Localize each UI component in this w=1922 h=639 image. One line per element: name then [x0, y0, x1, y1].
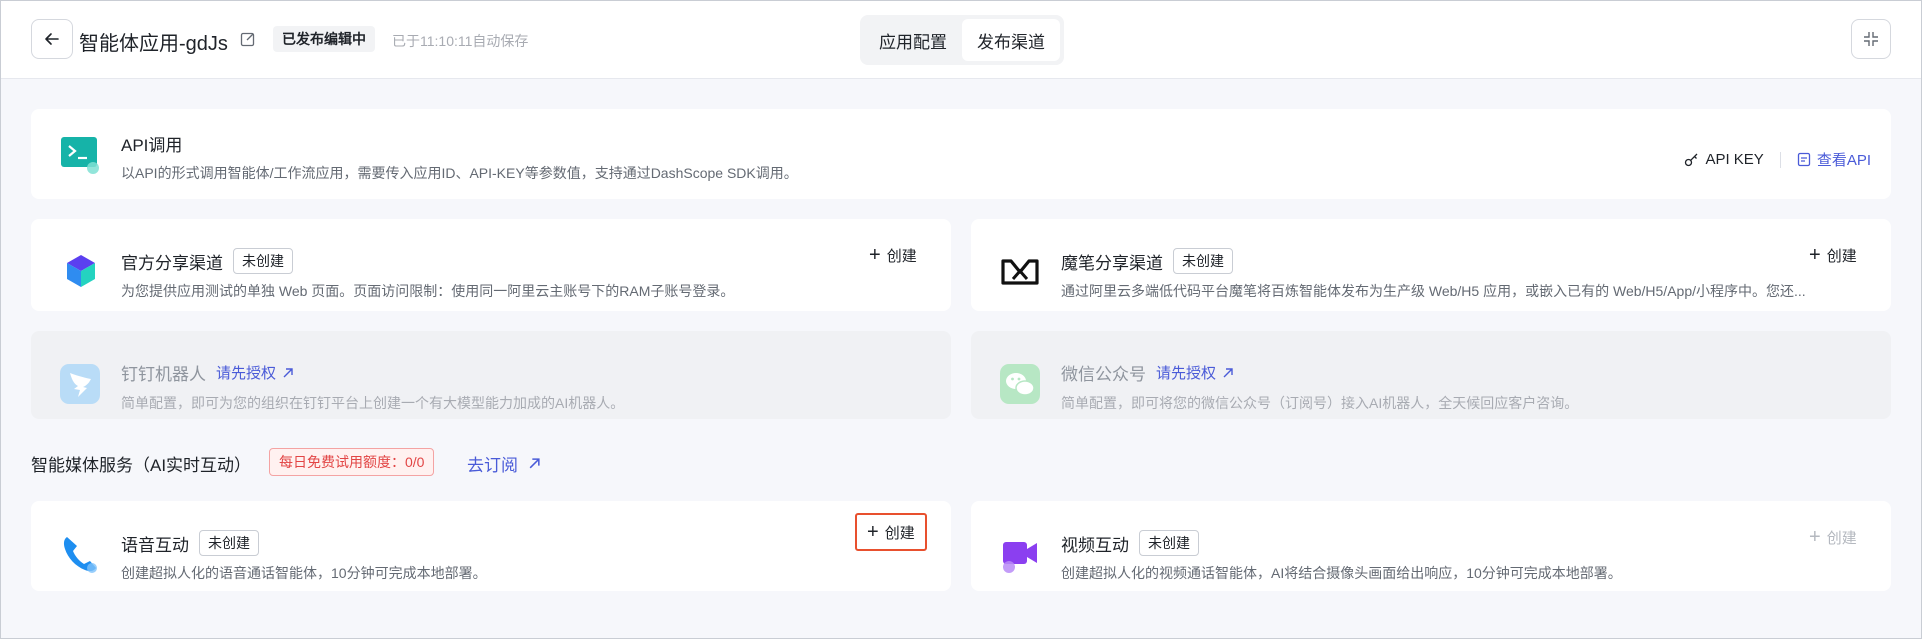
document-icon	[1797, 152, 1810, 167]
channel-title: 官方分享渠道 未创建	[121, 248, 293, 274]
key-icon	[1685, 153, 1698, 167]
tab-app-config[interactable]: 应用配置	[864, 19, 962, 61]
channel-card-official: 官方分享渠道 未创建 为您提供应用测试的单独 Web 页面。页面访问限制：使用同…	[31, 219, 951, 311]
media-section-title: 智能媒体服务（AI实时互动）	[31, 456, 252, 475]
create-official-channel-button[interactable]: + 创建	[859, 237, 927, 273]
status-tag: 未创建	[199, 530, 259, 556]
channel-title: 钉钉机器人 请先授权	[121, 360, 294, 385]
create-voice-button[interactable]: + 创建	[855, 513, 927, 551]
plus-icon: +	[1809, 526, 1821, 548]
tab-publish-channels[interactable]: 发布渠道	[962, 19, 1060, 61]
app-title: 智能体应用-gdJs	[79, 33, 228, 55]
top-header: 智能体应用-gdJs 已发布编辑中 已于11:10:11自动保存 应用配置 发布…	[1, 1, 1921, 79]
channel-desc: 简单配置，即可将您的微信公众号（订阅号）接入AI机器人，全天候回应客户咨询。	[1061, 395, 1579, 411]
dingtalk-icon	[60, 364, 100, 404]
plus-icon: +	[869, 244, 881, 266]
channel-title: 魔笔分享渠道 未创建	[1061, 248, 1233, 274]
media-card-video: 视频互动 未创建 创建超拟人化的视频通话智能体，AI将结合摄像头画面给出响应，1…	[971, 501, 1891, 591]
media-title: 语音互动 未创建	[121, 530, 259, 556]
mobi-logo-icon	[1001, 259, 1039, 285]
edit-icon[interactable]	[239, 30, 257, 48]
collapse-button[interactable]	[1851, 19, 1891, 59]
create-video-button[interactable]: + 创建	[1799, 519, 1867, 555]
terminal-icon	[61, 137, 99, 174]
quota-badge: 每日免费试用额度：0/0	[269, 448, 435, 476]
collapse-icon	[1864, 32, 1878, 46]
status-tag: 未创建	[1139, 530, 1199, 556]
channel-card-mobi: 魔笔分享渠道 未创建 通过阿里云多端低代码平台魔笔将百炼智能体发布为生产级 We…	[971, 219, 1891, 311]
arrow-up-right-icon	[529, 458, 540, 469]
media-desc: 创建超拟人化的视频通话智能体，AI将结合摄像头画面给出响应，10分钟可完成本地部…	[1061, 565, 1622, 581]
api-card-title: API调用	[121, 136, 183, 155]
media-desc: 创建超拟人化的语音通话智能体，10分钟可完成本地部署。	[121, 565, 487, 581]
status-tag: 未创建	[1173, 248, 1233, 274]
back-button[interactable]	[31, 19, 73, 59]
media-card-voice: 语音互动 未创建 创建超拟人化的语音通话智能体，10分钟可完成本地部署。 + 创…	[31, 501, 951, 591]
status-badge: 已发布编辑中	[273, 26, 375, 52]
arrow-left-icon	[45, 33, 59, 45]
channel-title: 微信公众号 请先授权	[1061, 360, 1234, 385]
channel-desc: 通过阿里云多端低代码平台魔笔将百炼智能体发布为生产级 Web/H5 应用，或嵌入…	[1061, 283, 1806, 299]
channel-desc: 简单配置，即可为您的组织在钉钉平台上创建一个有大模型能力加成的AI机器人。	[121, 395, 625, 411]
channel-card-dingtalk: 钉钉机器人 请先授权 简单配置，即可为您的组织在钉钉平台上创建一个有大模型能力加…	[31, 331, 951, 419]
api-actions: API KEY 查看API	[1684, 149, 1871, 170]
status-tag: 未创建	[233, 248, 293, 274]
arrow-up-right-icon	[283, 367, 293, 377]
create-mobi-channel-button[interactable]: + 创建	[1799, 237, 1867, 273]
wechat-icon	[1000, 364, 1040, 404]
authorize-wechat-link[interactable]: 请先授权	[1156, 362, 1234, 383]
phone-icon	[63, 537, 97, 573]
plus-icon: +	[867, 521, 879, 543]
divider	[1779, 151, 1781, 168]
authorize-dingtalk-link[interactable]: 请先授权	[216, 362, 294, 383]
autosave-text: 已于11:10:11自动保存	[392, 33, 529, 49]
official-channel-icon	[67, 255, 95, 287]
video-camera-icon	[1003, 542, 1037, 573]
plus-icon: +	[1809, 244, 1821, 266]
api-card: API调用 以API的形式调用智能体/工作流应用，需要传入应用ID、API-KE…	[31, 109, 1891, 199]
api-card-desc: 以API的形式调用智能体/工作流应用，需要传入应用ID、API-KEY等参数值，…	[121, 165, 798, 181]
mode-tabs: 应用配置 发布渠道	[860, 15, 1064, 65]
subscribe-link[interactable]: 去订阅	[467, 451, 541, 476]
api-key-link[interactable]: API KEY	[1684, 151, 1764, 168]
media-title: 视频互动 未创建	[1061, 530, 1199, 556]
view-api-link[interactable]: 查看API	[1797, 149, 1871, 170]
arrow-up-right-icon	[1223, 367, 1233, 377]
channel-desc: 为您提供应用测试的单独 Web 页面。页面访问限制：使用同一阿里云主账号下的RA…	[121, 283, 735, 299]
channel-card-wechat: 微信公众号 请先授权 简单配置，即可将您的微信公众号（订阅号）接入AI机器人，全…	[971, 331, 1891, 419]
